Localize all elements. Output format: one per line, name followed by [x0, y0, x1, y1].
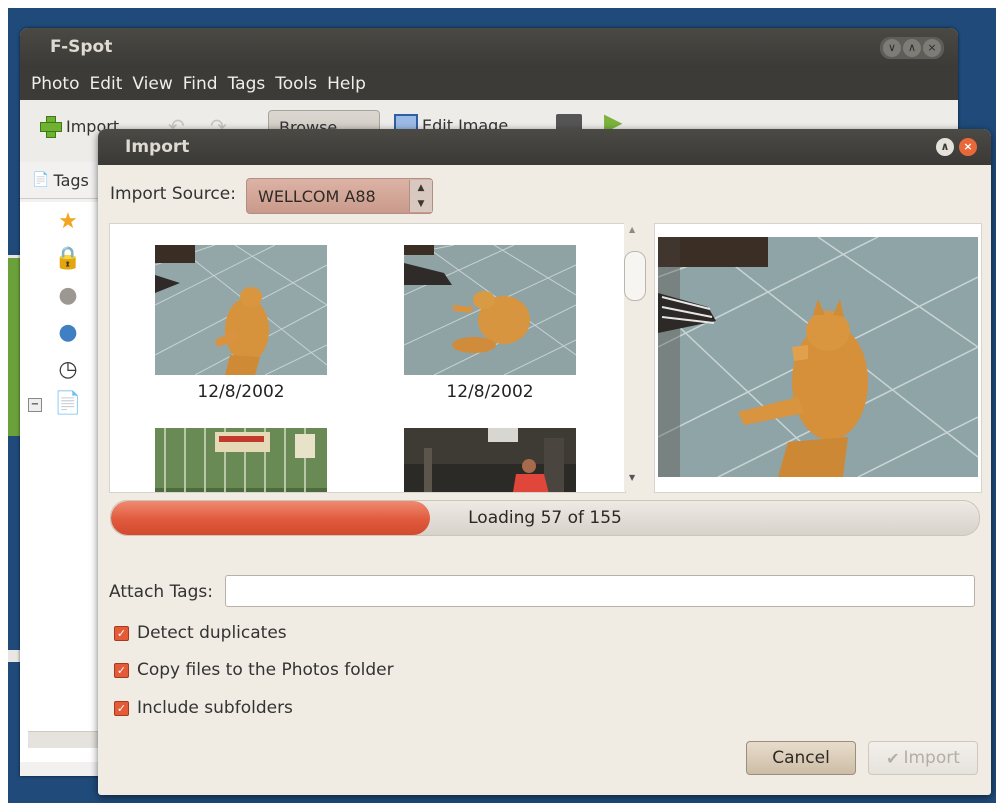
maximize-icon[interactable]: ∧ — [936, 138, 954, 156]
tags-header[interactable]: 📄 Tags — [20, 162, 100, 199]
close-icon[interactable]: × — [923, 39, 941, 57]
menu-edit[interactable]: Edit — [85, 74, 128, 94]
spinner-arrows-icon: ▲ ▼ — [409, 180, 432, 212]
photo-thumbnail[interactable] — [404, 428, 576, 492]
cat-photo-image — [155, 245, 327, 375]
tag-tree[interactable]: ★ 🔒 ● ● ◷ − 📄 — [20, 202, 100, 762]
cage-photo-image — [155, 428, 327, 492]
import-source-select[interactable]: WELLCOM A88 ▲ ▼ — [246, 178, 433, 214]
cat-photo-image — [404, 245, 576, 375]
import-label: Import — [903, 748, 960, 768]
thumbnail-gallery[interactable]: 12/8/2002 12/8/2002 — [109, 223, 626, 493]
room-photo-image — [404, 428, 576, 492]
favorites-star-icon[interactable]: ★ — [54, 208, 82, 236]
menu-tags[interactable]: Tags — [223, 74, 271, 94]
hidden-lock-icon[interactable]: 🔒 — [54, 245, 82, 273]
photo-preview — [658, 237, 978, 477]
import-source-value: WELLCOM A88 — [258, 186, 376, 206]
collapse-toggle[interactable]: − — [28, 398, 42, 412]
checkbox-checked-icon[interactable]: ✓ — [114, 662, 129, 678]
events-clock-icon[interactable]: ◷ — [54, 356, 82, 384]
photo-preview-pane — [654, 223, 982, 493]
menu-find[interactable]: Find — [178, 74, 223, 94]
menu-photo[interactable]: Photo — [26, 74, 85, 94]
photo-thumbnail[interactable] — [155, 428, 327, 492]
window-controls: ∨ ∧ × — [880, 37, 944, 59]
menu-tools[interactable]: Tools — [270, 74, 322, 94]
progress-text: Loading 57 of 155 — [468, 508, 622, 528]
import-check-icon: ✔ — [886, 748, 900, 768]
attach-tags-input[interactable] — [225, 575, 975, 607]
tags-label: Tags — [53, 170, 89, 190]
menubar: Photo Edit View Find Tags Tools Help — [20, 68, 958, 100]
plus-icon — [38, 114, 62, 138]
import-source-label: Import Source: — [110, 184, 236, 204]
window-title: F-Spot — [50, 37, 113, 57]
checkbox-checked-icon[interactable]: ✓ — [114, 700, 129, 716]
menu-view[interactable]: View — [127, 74, 177, 94]
photo-thumbnail[interactable] — [155, 245, 327, 375]
window-titlebar[interactable]: F-Spot ∨ ∧ × — [20, 28, 958, 68]
photo-thumbnail[interactable] — [404, 245, 576, 375]
cancel-label: Cancel — [772, 748, 830, 768]
dialog-title: Import — [125, 137, 190, 157]
scroll-down-icon[interactable]: ▼ — [629, 473, 635, 482]
close-icon[interactable]: × — [959, 138, 977, 156]
gallery-scrollbar[interactable]: ▲ ▼ — [624, 223, 646, 491]
maximize-icon[interactable]: ∧ — [903, 39, 921, 57]
include-subfolders-option[interactable]: ✓ Include subfolders — [114, 698, 293, 718]
scrollbar-thumb[interactable] — [624, 251, 646, 301]
option-label: Detect duplicates — [137, 623, 287, 643]
thumbnail-date: 12/8/2002 — [197, 382, 285, 402]
option-label: Include subfolders — [137, 698, 293, 718]
import-button[interactable]: ✔ Import — [868, 741, 978, 775]
cancel-button[interactable]: Cancel — [746, 741, 856, 775]
places-globe-icon[interactable]: ● — [54, 319, 82, 347]
thumbnail-date: 12/8/2002 — [446, 382, 534, 402]
people-icon[interactable]: ● — [54, 282, 82, 310]
copy-files-option[interactable]: ✓ Copy files to the Photos folder — [114, 660, 394, 680]
import-dialog: Import ∧ × Import Source: WELLCOM A88 ▲ ▼… — [98, 129, 991, 795]
option-label: Copy files to the Photos folder — [137, 660, 394, 680]
scroll-up-icon[interactable]: ▲ — [629, 225, 635, 234]
sidebar-hscrollbar[interactable] — [28, 731, 98, 748]
menu-help[interactable]: Help — [322, 74, 371, 94]
import-progress-bar: Loading 57 of 155 — [110, 500, 980, 536]
tag-icon: 📄 — [32, 172, 50, 188]
dialog-titlebar[interactable]: Import ∧ × — [98, 129, 991, 165]
cat-preview-image — [658, 237, 978, 477]
detect-duplicates-option[interactable]: ✓ Detect duplicates — [114, 623, 287, 643]
tag-sidebar: 📄 Tags ★ 🔒 ● ● ◷ − 📄 — [20, 162, 100, 776]
minimize-icon[interactable]: ∨ — [883, 39, 901, 57]
imported-tags-icon[interactable]: 📄 — [54, 390, 82, 418]
attach-tags-label: Attach Tags: — [109, 582, 213, 602]
checkbox-checked-icon[interactable]: ✓ — [114, 625, 129, 641]
